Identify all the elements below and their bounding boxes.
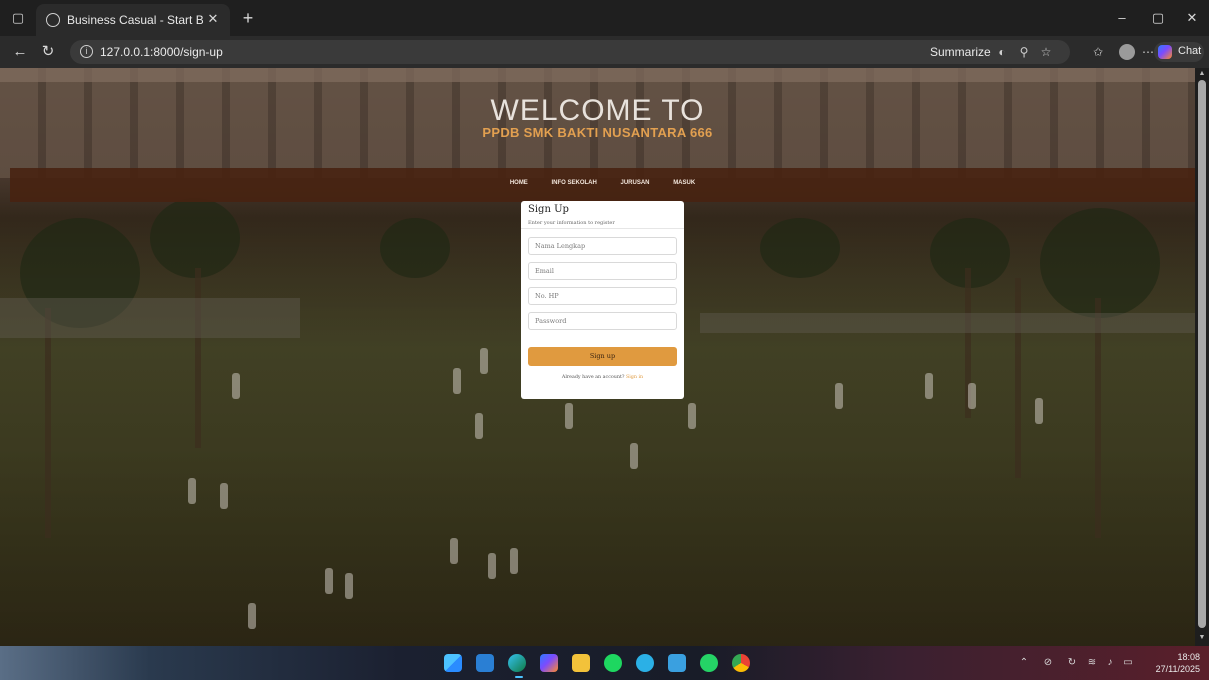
background-trunk <box>1095 298 1101 538</box>
globe-icon <box>46 13 60 27</box>
background-trunk <box>195 268 201 448</box>
background-path <box>700 313 1195 333</box>
background-path <box>0 298 300 338</box>
background-person <box>453 368 461 394</box>
signup-title: Sign Up <box>528 204 569 215</box>
browser-tab[interactable]: Business Casual - Start Bootstrap ✕ <box>36 4 230 36</box>
chat-button[interactable]: Chat <box>1154 42 1204 62</box>
background-person <box>1035 398 1043 424</box>
background-roof <box>0 68 1195 82</box>
background-person <box>325 568 333 594</box>
scroll-down-icon[interactable]: ▼ <box>1198 634 1206 642</box>
vscode-icon[interactable] <box>476 654 494 672</box>
chrome-icon[interactable] <box>732 654 750 672</box>
maximize-icon[interactable]: ▢ <box>1150 10 1166 26</box>
signin-link[interactable]: Sign in <box>626 375 643 380</box>
background-person <box>565 403 573 429</box>
background-person <box>488 553 496 579</box>
plus-icon[interactable]: + <box>238 8 258 28</box>
tab-actions-icon[interactable]: ▢ <box>8 8 28 28</box>
scrollbar-thumb[interactable] <box>1198 80 1206 628</box>
background-trunk <box>1015 278 1021 478</box>
no-hp-input[interactable] <box>528 287 677 305</box>
signin-prompt: Already have an account? Sign in <box>521 375 684 380</box>
zoom-icon[interactable]: ⚲ <box>1016 44 1032 60</box>
background-person <box>248 603 256 629</box>
back-arrow-icon[interactable]: ← <box>10 42 30 62</box>
nama-lengkap-input[interactable] <box>528 237 677 255</box>
star-icon[interactable]: ☆ <box>1038 44 1054 60</box>
summarize-icon[interactable]: ◐ <box>994 44 1010 60</box>
signup-subtitle: Enter your information to register <box>528 220 615 226</box>
nav-bar: HOME INFO SEKOLAH JURUSAN MASUK <box>10 168 1195 202</box>
background-person <box>220 483 228 509</box>
edge-icon[interactable] <box>508 654 526 672</box>
card-divider <box>521 228 684 229</box>
background-person <box>968 383 976 409</box>
favorites-icon[interactable]: ✩ <box>1090 44 1106 60</box>
summarize-button[interactable]: Summarize <box>930 45 991 59</box>
background-person <box>688 403 696 429</box>
nav-info-sekolah[interactable]: INFO SEKOLAH <box>551 180 596 186</box>
background-person <box>835 383 843 409</box>
window-close-icon[interactable]: ✕ <box>1184 10 1200 26</box>
page-viewport: WELCOME TO PPDB SMK BAKTI NUSANTARA 666 … <box>0 68 1209 646</box>
background-trunk <box>45 308 51 538</box>
windows-start-icon[interactable] <box>444 654 462 672</box>
scroll-up-icon[interactable]: ▲ <box>1198 70 1206 78</box>
background-tree <box>760 218 840 278</box>
close-icon[interactable]: ✕ <box>204 10 222 28</box>
background-person <box>232 373 240 399</box>
volume-icon[interactable]: ♪ <box>1104 657 1116 669</box>
avatar[interactable] <box>1119 44 1135 60</box>
background-person <box>345 573 353 599</box>
taskbar: ⌃ ⊘ ↻ ≋ ♪ ▭ 18:08 27/11/2025 <box>0 646 1209 680</box>
school-title: PPDB SMK BAKTI NUSANTARA 666 <box>482 125 713 140</box>
notifications-off-icon[interactable]: ⊘ <box>1042 657 1054 669</box>
sync-icon[interactable]: ↻ <box>1066 657 1078 669</box>
background-tree <box>380 218 450 278</box>
nav-links: HOME INFO SEKOLAH JURUSAN MASUK <box>10 180 1195 186</box>
background-person <box>925 373 933 399</box>
tab-title: Business Casual - Start Bootstrap <box>67 13 203 27</box>
background-person <box>630 443 638 469</box>
whatsapp-icon[interactable] <box>700 654 718 672</box>
signin-prompt-text: Already have an account? <box>561 375 625 380</box>
spotify-icon[interactable] <box>604 654 622 672</box>
background-person <box>480 348 488 374</box>
battery-icon[interactable]: ▭ <box>1122 657 1134 669</box>
nav-home[interactable]: HOME <box>510 180 528 186</box>
nav-masuk[interactable]: MASUK <box>673 180 695 186</box>
address-bar: ← ↻ i 127.0.0.1:8000/sign-up Summarize ◐… <box>0 36 1209 68</box>
email-input[interactable] <box>528 262 677 280</box>
background-tree <box>150 198 240 278</box>
signup-button[interactable]: Sign up <box>528 347 677 366</box>
wifi-icon[interactable]: ≋ <box>1086 657 1098 669</box>
background-person <box>510 548 518 574</box>
copilot-icon <box>1158 45 1172 59</box>
file-explorer-icon[interactable] <box>572 654 590 672</box>
app-icon[interactable] <box>636 654 654 672</box>
info-icon[interactable]: i <box>80 45 93 58</box>
active-app-indicator <box>515 676 523 678</box>
refresh-icon[interactable]: ↻ <box>38 42 58 62</box>
mail-icon[interactable] <box>668 654 686 672</box>
welcome-heading: WELCOME TO <box>490 94 705 127</box>
url-box[interactable]: i 127.0.0.1:8000/sign-up Summarize ◐ ⚲ ☆ <box>70 40 1070 64</box>
clock-time[interactable]: 18:08 <box>1160 652 1200 662</box>
background-person <box>188 478 196 504</box>
signup-card: Sign Up Enter your information to regist… <box>521 201 684 399</box>
nav-jurusan[interactable]: JURUSAN <box>621 180 650 186</box>
background-person <box>475 413 483 439</box>
copilot-icon[interactable] <box>540 654 558 672</box>
clock-date[interactable]: 27/11/2025 <box>1142 664 1200 674</box>
background-person <box>450 538 458 564</box>
chat-label: Chat <box>1178 45 1202 57</box>
url-text: 127.0.0.1:8000/sign-up <box>100 45 223 59</box>
password-input[interactable] <box>528 312 677 330</box>
minimize-icon[interactable]: – <box>1114 10 1130 26</box>
chevron-up-icon[interactable]: ⌃ <box>1018 657 1030 669</box>
browser-tab-bar: ▢ Business Casual - Start Bootstrap ✕ + … <box>0 0 1209 36</box>
